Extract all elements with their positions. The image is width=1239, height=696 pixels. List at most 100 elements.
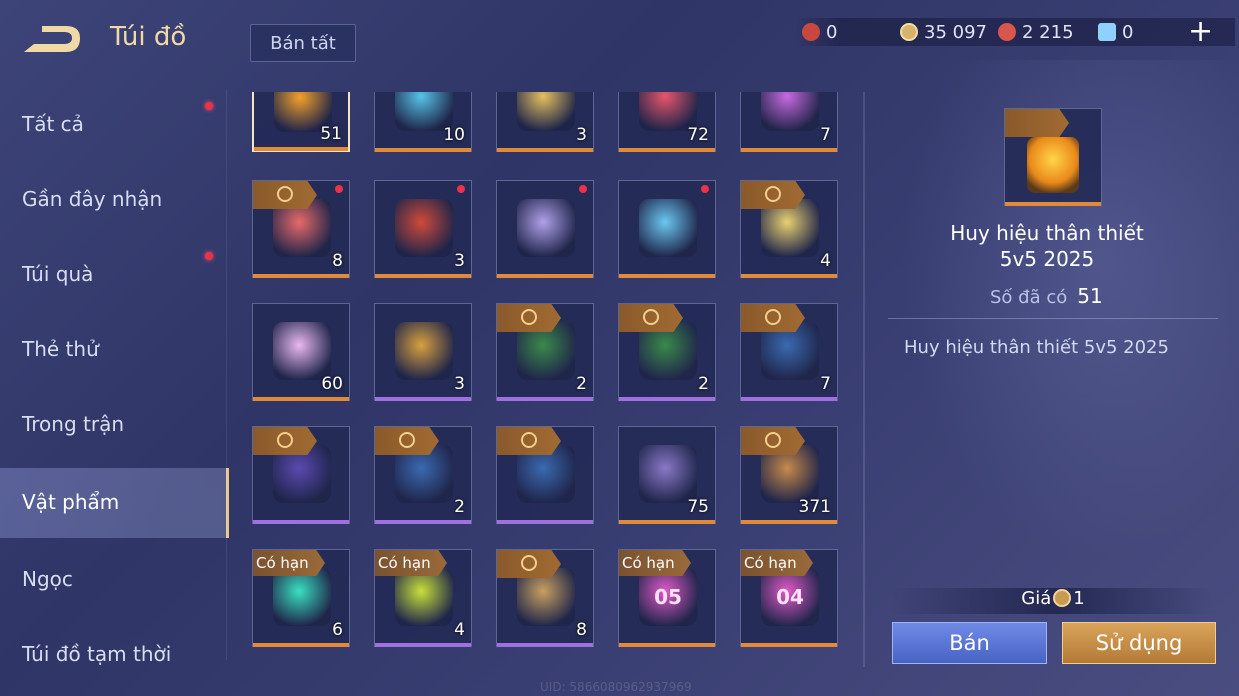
- rarity-bar: [619, 274, 715, 278]
- gold-coin-icon: [900, 23, 918, 41]
- rarity-bar: [741, 397, 837, 401]
- item-slot[interactable]: Có hạn 4: [374, 549, 472, 647]
- rarity-bar: [497, 520, 593, 524]
- rarity-bar: [253, 520, 349, 524]
- rarity-bar: [619, 148, 715, 152]
- currency-crystal: 0: [1098, 20, 1133, 44]
- rarity-bar: [741, 148, 837, 152]
- item-slot[interactable]: 3: [374, 303, 472, 401]
- sell-all-button[interactable]: Bán tất: [250, 24, 356, 62]
- item-slot[interactable]: 2: [374, 426, 472, 524]
- notification-dot: [335, 185, 343, 193]
- sidebar-item-gems[interactable]: Ngọc: [0, 545, 226, 615]
- coin-tag-icon: [375, 427, 439, 455]
- category-sidebar: Tất cả Gần đây nhận Túi quà Thẻ thử Tron…: [0, 90, 229, 696]
- limited-tag: Có hạn: [375, 550, 447, 576]
- rarity-bar: [253, 274, 349, 278]
- item-count: 6: [332, 620, 343, 640]
- rarity-bar: [741, 520, 837, 524]
- rarity-bar: [497, 397, 593, 401]
- badge-icon: [1027, 137, 1079, 193]
- sidebar-item-in-match[interactable]: Trong trận: [0, 390, 226, 460]
- use-button[interactable]: Sử dụng: [1062, 622, 1216, 664]
- currency-value: 35 097: [924, 21, 987, 43]
- item-slot[interactable]: 60: [252, 303, 350, 401]
- item-slot[interactable]: Có hạn 6: [252, 549, 350, 647]
- coin-tag-icon: [1005, 109, 1069, 137]
- rarity-bar: [253, 397, 349, 401]
- item-count: 3: [454, 374, 465, 394]
- detail-divider: [888, 318, 1218, 319]
- notification-dot: [457, 185, 465, 193]
- item-slot[interactable]: 7: [740, 303, 838, 401]
- sidebar-item-all[interactable]: Tất cả: [0, 90, 226, 160]
- item-slot[interactable]: 51: [252, 92, 350, 152]
- item-slot[interactable]: 2: [618, 303, 716, 401]
- crystal-icon: [1098, 23, 1116, 41]
- item-slot[interactable]: 10: [374, 92, 472, 152]
- sidebar-item-trial-cards[interactable]: Thẻ thử: [0, 315, 226, 385]
- item-count: 4: [820, 251, 831, 271]
- item-slot[interactable]: [252, 426, 350, 524]
- item-count: 7: [820, 125, 831, 145]
- item-icon: 04: [761, 568, 819, 626]
- item-icon-label: 04: [776, 585, 804, 609]
- rarity-bar: [375, 148, 471, 152]
- user-id: UID: 5866080962937969: [540, 680, 692, 694]
- item-slot[interactable]: 7: [740, 92, 838, 152]
- item-count: 2: [576, 374, 587, 394]
- item-icon: [639, 445, 697, 503]
- back-arrow-icon[interactable]: [20, 24, 84, 56]
- item-slot[interactable]: 371: [740, 426, 838, 524]
- notification-dot: [701, 185, 709, 193]
- currency-value: 0: [826, 21, 838, 43]
- add-currency-button[interactable]: +: [1188, 17, 1213, 47]
- item-count: 3: [454, 251, 465, 271]
- item-count: 75: [687, 497, 709, 517]
- sidebar-item-temp-bag[interactable]: Túi đồ tạm thời: [0, 620, 226, 690]
- item-slot[interactable]: 72: [618, 92, 716, 152]
- sidebar-item-recent[interactable]: Gần đây nhận: [0, 165, 226, 235]
- sidebar-item-items[interactable]: Vật phẩm: [0, 468, 229, 538]
- currency-value: 0: [1122, 21, 1134, 43]
- item-slot[interactable]: 3: [496, 92, 594, 152]
- item-count: 7: [820, 374, 831, 394]
- sidebar-item-gift-bag[interactable]: Túi quà: [0, 240, 226, 310]
- price-row: Giá 1: [890, 588, 1216, 614]
- item-icon: [273, 568, 331, 626]
- item-slot[interactable]: 75: [618, 426, 716, 524]
- item-slot[interactable]: 4: [740, 180, 838, 278]
- item-icon: [761, 92, 819, 131]
- coin-tag-icon: [741, 427, 805, 455]
- item-icon-label: 05: [654, 585, 682, 609]
- notification-dot: [205, 102, 213, 110]
- item-slot[interactable]: 05 Có hạn: [618, 549, 716, 647]
- item-slot[interactable]: [496, 426, 594, 524]
- currency-ruby: 2 215: [998, 20, 1074, 44]
- rarity-bar: [253, 643, 349, 647]
- owned-count: Số đã có 51: [990, 284, 1103, 308]
- rarity-bar: [497, 274, 593, 278]
- coin-tag-icon: [741, 304, 805, 332]
- item-count: 2: [698, 374, 709, 394]
- rarity-bar: [375, 397, 471, 401]
- item-slot[interactable]: 3: [374, 180, 472, 278]
- selected-item-icon: [1004, 108, 1102, 206]
- sidebar-divider: [226, 90, 227, 660]
- item-count: 51: [320, 124, 342, 144]
- coin-tag-icon: [497, 550, 561, 578]
- limited-tag: Có hạn: [741, 550, 813, 576]
- item-slot[interactable]: 8: [496, 549, 594, 647]
- item-slot[interactable]: [618, 180, 716, 278]
- item-slot[interactable]: 2: [496, 303, 594, 401]
- item-slot[interactable]: [496, 180, 594, 278]
- rarity-bar: [375, 643, 471, 647]
- rarity-bar: [375, 274, 471, 278]
- rarity-bar: [619, 520, 715, 524]
- item-name: Huy hiệu thân thiết 5v5 2025: [950, 221, 1144, 271]
- sell-button[interactable]: Bán: [892, 622, 1047, 664]
- coin-tag-icon: [253, 181, 317, 209]
- item-count: 2: [454, 497, 465, 517]
- item-slot[interactable]: 8: [252, 180, 350, 278]
- item-slot[interactable]: 04 Có hạn: [740, 549, 838, 647]
